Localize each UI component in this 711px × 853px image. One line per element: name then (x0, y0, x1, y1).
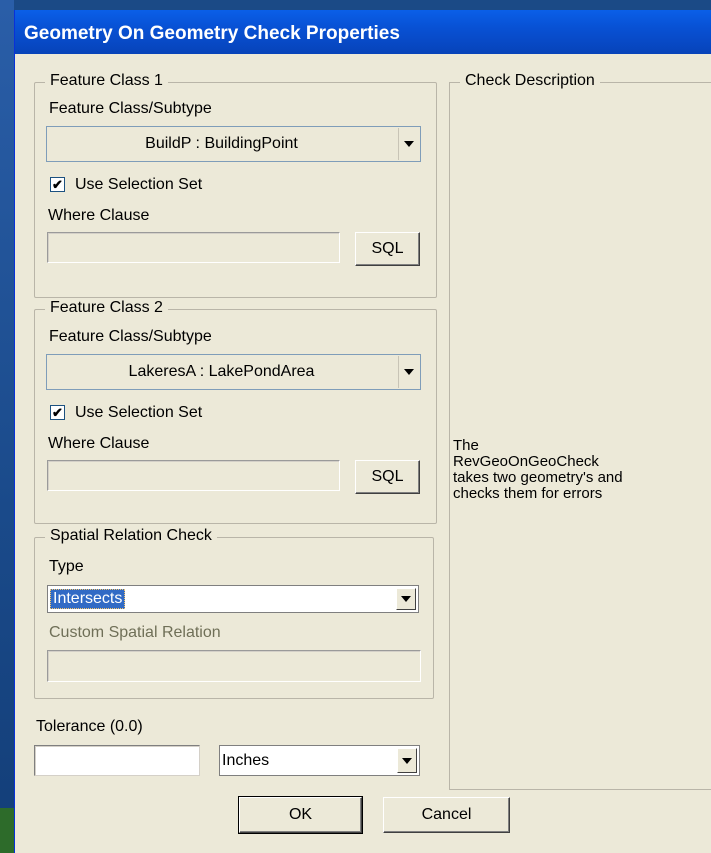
desktop-background (0, 0, 14, 853)
checkmark-icon: ✔ (52, 405, 63, 420)
cancel-button[interactable]: Cancel (383, 797, 510, 833)
fc1-subtype-label: Feature Class/Subtype (49, 100, 212, 117)
fc2-use-selection-checkbox[interactable]: ✔ (50, 405, 65, 420)
chevron-down-icon[interactable] (396, 588, 416, 610)
fc2-sql-button[interactable]: SQL (355, 460, 420, 494)
type-dropdown[interactable]: Intersects (47, 585, 419, 613)
custom-spatial-relation-input[interactable] (47, 650, 421, 682)
spatial-relation-legend: Spatial Relation Check (45, 527, 217, 545)
check-description-group: Check Description (449, 72, 711, 790)
fc2-subtype-dropdown[interactable]: LakeresA : LakePondArea (46, 354, 421, 390)
custom-spatial-relation-label: Custom Spatial Relation (49, 624, 221, 641)
fc2-subtype-label: Feature Class/Subtype (49, 328, 212, 345)
desktop-background-green (0, 808, 14, 853)
units-dropdown[interactable]: Inches (219, 745, 420, 776)
type-value: Intersects (50, 586, 394, 612)
type-label: Type (49, 558, 84, 575)
fc1-where-clause-input[interactable] (47, 232, 340, 263)
feature-class-1-legend: Feature Class 1 (45, 72, 168, 90)
tolerance-input[interactable] (34, 745, 200, 776)
window-title: Geometry On Geometry Check Properties (24, 23, 400, 44)
title-bar[interactable]: Geometry On Geometry Check Properties (15, 10, 711, 54)
fc2-where-clause-label: Where Clause (48, 435, 150, 452)
fc1-use-selection-checkbox[interactable]: ✔ (50, 177, 65, 192)
check-description-legend: Check Description (460, 72, 600, 90)
properties-dialog: Geometry On Geometry Check Properties Fe… (14, 10, 711, 853)
fc1-subtype-dropdown[interactable]: BuildP : BuildingPoint (46, 126, 421, 162)
chevron-down-icon[interactable] (398, 356, 419, 388)
fc2-where-clause-input[interactable] (47, 460, 340, 491)
chevron-down-icon[interactable] (397, 748, 417, 773)
fc1-where-clause-label: Where Clause (48, 207, 150, 224)
fc2-use-selection-label: Use Selection Set (75, 404, 203, 421)
ok-button[interactable]: OK (238, 796, 363, 834)
check-description-text: The RevGeoOnGeoCheck takes two geometry'… (453, 437, 623, 502)
chevron-down-icon[interactable] (398, 128, 419, 160)
units-value: Inches (222, 751, 270, 769)
fc1-sql-button[interactable]: SQL (355, 232, 420, 266)
feature-class-2-legend: Feature Class 2 (45, 299, 168, 317)
fc1-use-selection-label: Use Selection Set (75, 176, 203, 193)
fc2-subtype-value: LakeresA : LakePondArea (128, 363, 315, 380)
checkmark-icon: ✔ (52, 177, 63, 192)
tolerance-label: Tolerance (0.0) (36, 718, 143, 735)
fc1-subtype-value: BuildP : BuildingPoint (145, 135, 298, 152)
